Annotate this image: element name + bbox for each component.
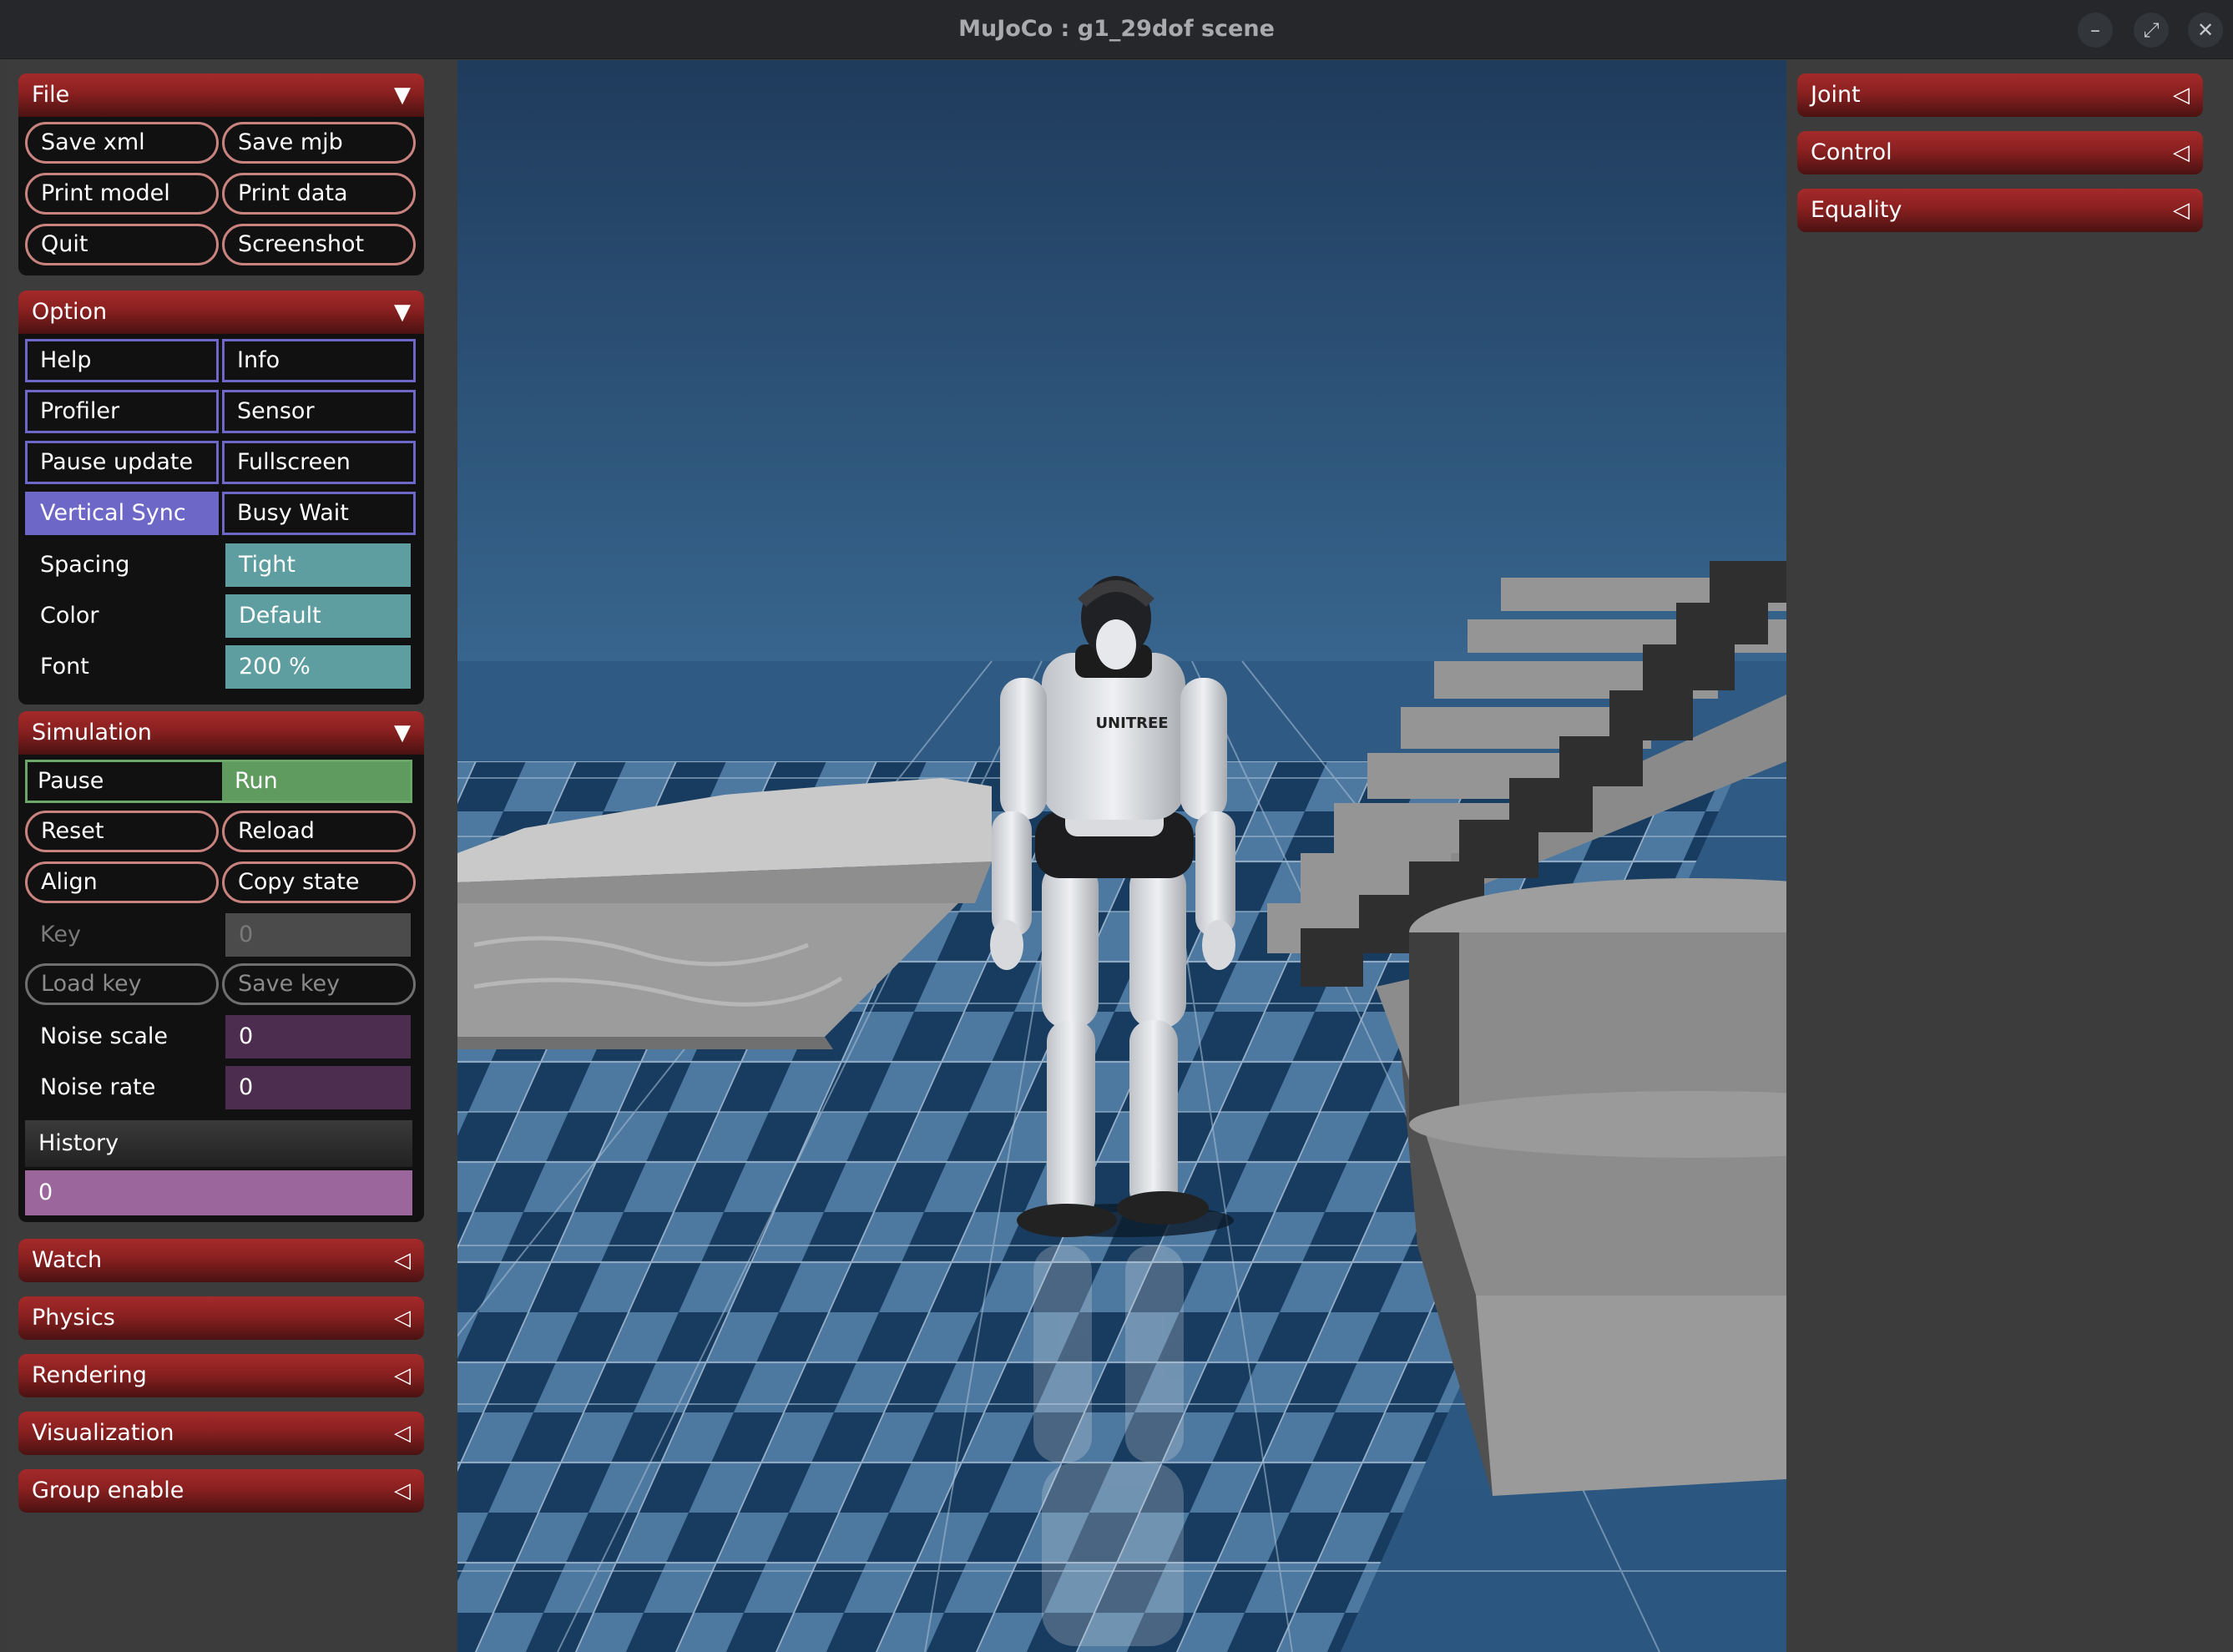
expand-arrow-icon: ▼ — [394, 83, 411, 108]
collapse-arrow-icon: ◁ — [394, 1306, 411, 1331]
watch-section-title: Watch — [32, 1247, 103, 1273]
reload-button[interactable]: Reload — [222, 811, 416, 852]
visualization-section-header[interactable]: Visualization ◁ — [18, 1412, 424, 1455]
pause-update-toggle[interactable]: Pause update — [25, 441, 219, 484]
quit-button[interactable]: Quit — [25, 224, 219, 265]
physics-section-header[interactable]: Physics ◁ — [18, 1296, 424, 1340]
title-bar: MuJoCo : g1_29dof scene – ⤢ ✕ — [0, 0, 2233, 59]
save-key-button[interactable]: Save key — [222, 963, 416, 1005]
physics-section: Physics ◁ — [18, 1296, 424, 1340]
history-slider[interactable]: 0 — [25, 1170, 412, 1215]
key-slider[interactable]: 0 — [225, 913, 411, 957]
control-section: Control ◁ — [1797, 131, 2203, 174]
left-ui-panel: File ▼ Save xml Save mjb Print model Pri… — [7, 60, 457, 1652]
physics-section-title: Physics — [32, 1305, 115, 1331]
rendering-section: Rendering ◁ — [18, 1354, 424, 1397]
noise-scale-label: Noise scale — [40, 1023, 169, 1049]
noise-scale-slider[interactable]: 0 — [225, 1015, 411, 1058]
option-section: Option ▼ Help Info Profiler Sensor Pause… — [18, 290, 424, 705]
noise-rate-slider[interactable]: 0 — [225, 1066, 411, 1109]
print-data-button[interactable]: Print data — [222, 173, 416, 215]
collapse-arrow-icon: ◁ — [394, 1478, 411, 1503]
group-enable-section-header[interactable]: Group enable ◁ — [18, 1469, 424, 1513]
color-label: Color — [40, 603, 99, 629]
reset-button[interactable]: Reset — [25, 811, 219, 852]
collapse-arrow-icon: ◁ — [394, 1248, 411, 1273]
collapse-arrow-icon: ◁ — [2173, 140, 2190, 165]
visualization-section: Visualization ◁ — [18, 1412, 424, 1455]
joint-section: Joint ◁ — [1797, 73, 2203, 117]
collapse-arrow-icon: ◁ — [394, 1421, 411, 1446]
window-title: MuJoCo : g1_29dof scene — [958, 16, 1275, 42]
expand-arrow-icon: ▼ — [394, 720, 411, 745]
screenshot-button[interactable]: Screenshot — [222, 224, 416, 265]
history-label: History — [25, 1120, 412, 1167]
pause-run-radio: Pause Run — [18, 756, 424, 807]
watch-section: Watch ◁ — [18, 1239, 424, 1282]
minimize-button[interactable]: – — [2078, 13, 2113, 48]
color-select[interactable]: Default — [225, 594, 411, 638]
option-section-header[interactable]: Option ▼ — [18, 290, 424, 334]
rendering-section-header[interactable]: Rendering ◁ — [18, 1354, 424, 1397]
watch-section-header[interactable]: Watch ◁ — [18, 1239, 424, 1282]
spacing-select[interactable]: Tight — [225, 543, 411, 587]
close-icon: ✕ — [2196, 18, 2215, 42]
load-key-button[interactable]: Load key — [25, 963, 219, 1005]
group-enable-section-title: Group enable — [32, 1478, 184, 1503]
noise-rate-label: Noise rate — [40, 1074, 156, 1100]
file-section: File ▼ Save xml Save mjb Print model Pri… — [18, 73, 424, 275]
print-model-button[interactable]: Print model — [25, 173, 219, 215]
font-select[interactable]: 200 % — [225, 645, 411, 689]
key-label: Key — [40, 922, 81, 947]
file-section-title: File — [32, 82, 70, 108]
scene-render: UNITREE — [457, 60, 1786, 1652]
pause-radio[interactable]: Pause — [28, 762, 218, 801]
group-enable-section: Group enable ◁ — [18, 1469, 424, 1513]
minimize-icon: – — [2090, 18, 2100, 42]
collapse-arrow-icon: ◁ — [2173, 83, 2190, 108]
control-section-header[interactable]: Control ◁ — [1797, 131, 2203, 174]
joint-section-header[interactable]: Joint ◁ — [1797, 73, 2203, 117]
vertical-sync-toggle[interactable]: Vertical Sync — [25, 492, 219, 535]
simulation-viewport[interactable]: UNITREE — [457, 60, 1786, 1652]
simulation-section: Simulation ▼ Pause Run Reset Reload Alig… — [18, 711, 424, 1222]
font-label: Font — [40, 654, 89, 679]
align-button[interactable]: Align — [25, 861, 219, 903]
control-section-title: Control — [1811, 139, 1892, 165]
equality-section-header[interactable]: Equality ◁ — [1797, 189, 2203, 232]
robot-logo: UNITREE — [1095, 715, 1168, 732]
maximize-icon: ⤢ — [2143, 18, 2160, 42]
collapse-arrow-icon: ◁ — [2173, 198, 2190, 223]
fullscreen-toggle[interactable]: Fullscreen — [222, 441, 416, 484]
visualization-section-title: Visualization — [32, 1420, 174, 1446]
busy-wait-toggle[interactable]: Busy Wait — [222, 492, 416, 535]
simulation-section-title: Simulation — [32, 720, 152, 745]
file-section-header[interactable]: File ▼ — [18, 73, 424, 117]
copy-state-button[interactable]: Copy state — [222, 861, 416, 903]
right-ui-panel: Joint ◁ Control ◁ Equality ◁ — [1786, 60, 2233, 1652]
equality-section-title: Equality — [1811, 197, 1902, 223]
expand-arrow-icon: ▼ — [394, 300, 411, 325]
run-radio[interactable]: Run — [222, 762, 410, 801]
equality-section: Equality ◁ — [1797, 189, 2203, 232]
sensor-toggle[interactable]: Sensor — [222, 390, 416, 433]
save-xml-button[interactable]: Save xml — [25, 122, 219, 164]
maximize-button[interactable]: ⤢ — [2134, 13, 2169, 48]
save-mjb-button[interactable]: Save mjb — [222, 122, 416, 164]
joint-section-title: Joint — [1811, 82, 1861, 108]
info-toggle[interactable]: Info — [222, 339, 416, 382]
spacing-label: Spacing — [40, 552, 130, 578]
option-section-title: Option — [32, 299, 108, 325]
collapse-arrow-icon: ◁ — [394, 1363, 411, 1388]
rendering-section-title: Rendering — [32, 1362, 147, 1388]
help-toggle[interactable]: Help — [25, 339, 219, 382]
close-button[interactable]: ✕ — [2188, 13, 2223, 48]
simulation-section-header[interactable]: Simulation ▼ — [18, 711, 424, 755]
profiler-toggle[interactable]: Profiler — [25, 390, 219, 433]
